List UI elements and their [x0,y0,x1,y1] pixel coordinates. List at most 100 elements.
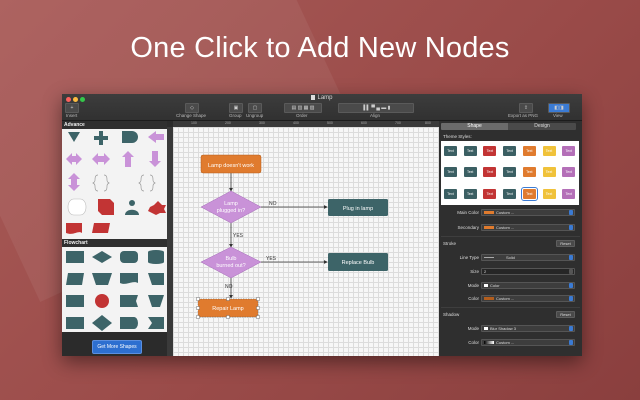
theme-style-cell[interactable]: Text [522,146,536,156]
shape-person-head[interactable] [129,200,135,206]
shape-arrow-up[interactable] [122,151,134,167]
flowchart-diagram[interactable]: Lamp doesn't work Lamp plugged in? NO Pl… [173,127,439,356]
shape-arrow-down[interactable] [149,151,161,167]
theme-styles-grid[interactable]: Text Text Text Text Text Text Text Text Text Text… [441,141,579,205]
ungroup-label: Ungroup [246,113,264,118]
theme-style-cell[interactable]: Text [503,146,517,156]
shadow-header: Shadow [443,312,460,317]
align-buttons[interactable]: ▐ ▌ ▀ ▄ ▬ ▮ [338,103,414,113]
theme-style-cell[interactable]: Text [503,188,517,199]
shape-connector[interactable] [95,294,109,308]
shape-double-arrow-h[interactable] [66,153,82,165]
shape-decision[interactable] [92,251,112,263]
insert-button[interactable]: + [65,103,79,113]
secondary-color-popup[interactable]: Custom ... [481,224,575,231]
shape-merge[interactable] [148,295,164,307]
get-more-shapes-button[interactable]: Get More Shapes [92,340,142,354]
theme-style-cell-text: Text [506,191,513,196]
theme-style-cell[interactable]: Text [483,167,497,178]
node-decision-1[interactable] [200,190,262,224]
shape-left-brace[interactable] [92,174,99,192]
stroke-color-label: Color [468,296,479,301]
shape-parallelogram-red[interactable] [92,223,110,233]
shadow-color-popup[interactable]: Custom ... [481,339,575,346]
theme-style-cell-text: Text [506,170,513,175]
shape-internal-storage[interactable] [66,317,84,329]
shape-data[interactable] [66,273,84,285]
shape-sort[interactable] [92,315,112,331]
shape-rounded-tab[interactable] [122,131,138,143]
theme-style-cell-text: Text [565,191,572,196]
theme-style-cell[interactable]: Text [483,188,497,199]
theme-style-cell[interactable]: Text [542,188,556,199]
shape-terminator[interactable] [120,251,138,263]
stroke-mode-popup[interactable]: Color [481,282,575,289]
shape-off-page[interactable] [148,317,164,329]
advance-shapes-grid[interactable] [62,129,167,239]
view-label: View [553,113,563,118]
shape-person-body[interactable] [125,209,139,215]
shape-manual-op[interactable] [92,273,112,285]
shape-database[interactable] [148,250,164,264]
size-field[interactable]: 2 [481,268,575,275]
shape-triangle-down[interactable] [68,132,80,142]
stroke-color-popup[interactable]: Custom ... [481,295,575,302]
shadow-mode-popup[interactable]: Blur Shadow 3 [481,325,575,332]
theme-style-cell[interactable]: Text [463,167,477,178]
shape-left-brace-2[interactable] [138,174,145,192]
change-shape-button[interactable]: ◇ [185,103,199,113]
shadow-reset-button[interactable]: Reset [556,311,575,318]
diagram-canvas[interactable]: Lamp doesn't work Lamp plugged in? NO Pl… [173,127,439,356]
shape-stored-data[interactable] [120,295,138,307]
ungroup-button[interactable]: ▢ [248,103,262,113]
shape-double-arrow-h2[interactable] [92,153,110,165]
shape-double-arrow-v[interactable] [68,173,80,191]
main-color-popup[interactable]: Custom ... [481,209,575,216]
theme-style-cell[interactable]: Text [520,186,538,201]
line-type-popup[interactable]: Solid [481,254,575,261]
shape-predefined[interactable] [66,295,84,307]
view-button[interactable]: ◧◨ [548,103,570,113]
shape-document-flow[interactable] [120,273,138,284]
node-plug-in-text: Plug in lamp [343,206,373,212]
theme-style-cell[interactable]: Text [444,188,457,199]
tab-shape[interactable]: Shape [441,123,508,130]
change-shape-label: Change Shape [176,113,207,118]
theme-style-cell-text: Text [565,149,572,153]
shape-document[interactable] [66,223,82,234]
shape-process[interactable] [66,251,84,263]
theme-style-cell[interactable]: Text [444,167,457,178]
shape-delay[interactable] [120,317,138,329]
shape-right-brace-2[interactable] [103,174,110,192]
theme-style-cell[interactable]: Text [483,146,497,156]
theme-style-cell[interactable]: Text [463,146,477,156]
shape-seal[interactable] [148,201,166,215]
shape-right-brace[interactable] [149,174,156,192]
theme-style-cell[interactable]: Text [542,167,556,178]
line-preview [484,257,494,258]
theme-style-cell[interactable]: Text [463,188,477,199]
theme-style-cell[interactable]: Text [522,167,536,178]
shape-cross[interactable] [94,131,108,145]
line-type-label: Line Type [459,255,479,260]
flowchart-shapes-grid[interactable] [62,247,167,341]
shape-rounded-rect[interactable] [67,198,87,216]
theme-style-cell[interactable]: Text [542,146,556,156]
group-button[interactable]: ▣ [229,103,243,113]
export-button[interactable]: ⇪ [519,103,533,113]
stepper-icon[interactable] [569,269,573,274]
theme-style-cell[interactable]: Text [562,188,576,199]
ruler-tick: 800 [425,121,431,125]
shape-card[interactable] [98,199,114,215]
shape-manual-input[interactable] [148,273,164,285]
stroke-reset-button[interactable]: Reset [556,240,575,247]
order-buttons[interactable]: ▤ ▥ ▦ ▧ [284,103,322,113]
stroke-mode-label: Mode [467,283,479,288]
theme-style-cell[interactable]: Text [562,167,576,178]
tab-design[interactable]: Design [508,123,576,130]
theme-style-cell[interactable]: Text [562,146,576,156]
theme-style-cell[interactable]: Text [503,167,517,178]
color-swatch [484,226,494,229]
shape-arrow-left[interactable] [148,131,164,143]
theme-style-cell[interactable]: Text [444,146,457,156]
